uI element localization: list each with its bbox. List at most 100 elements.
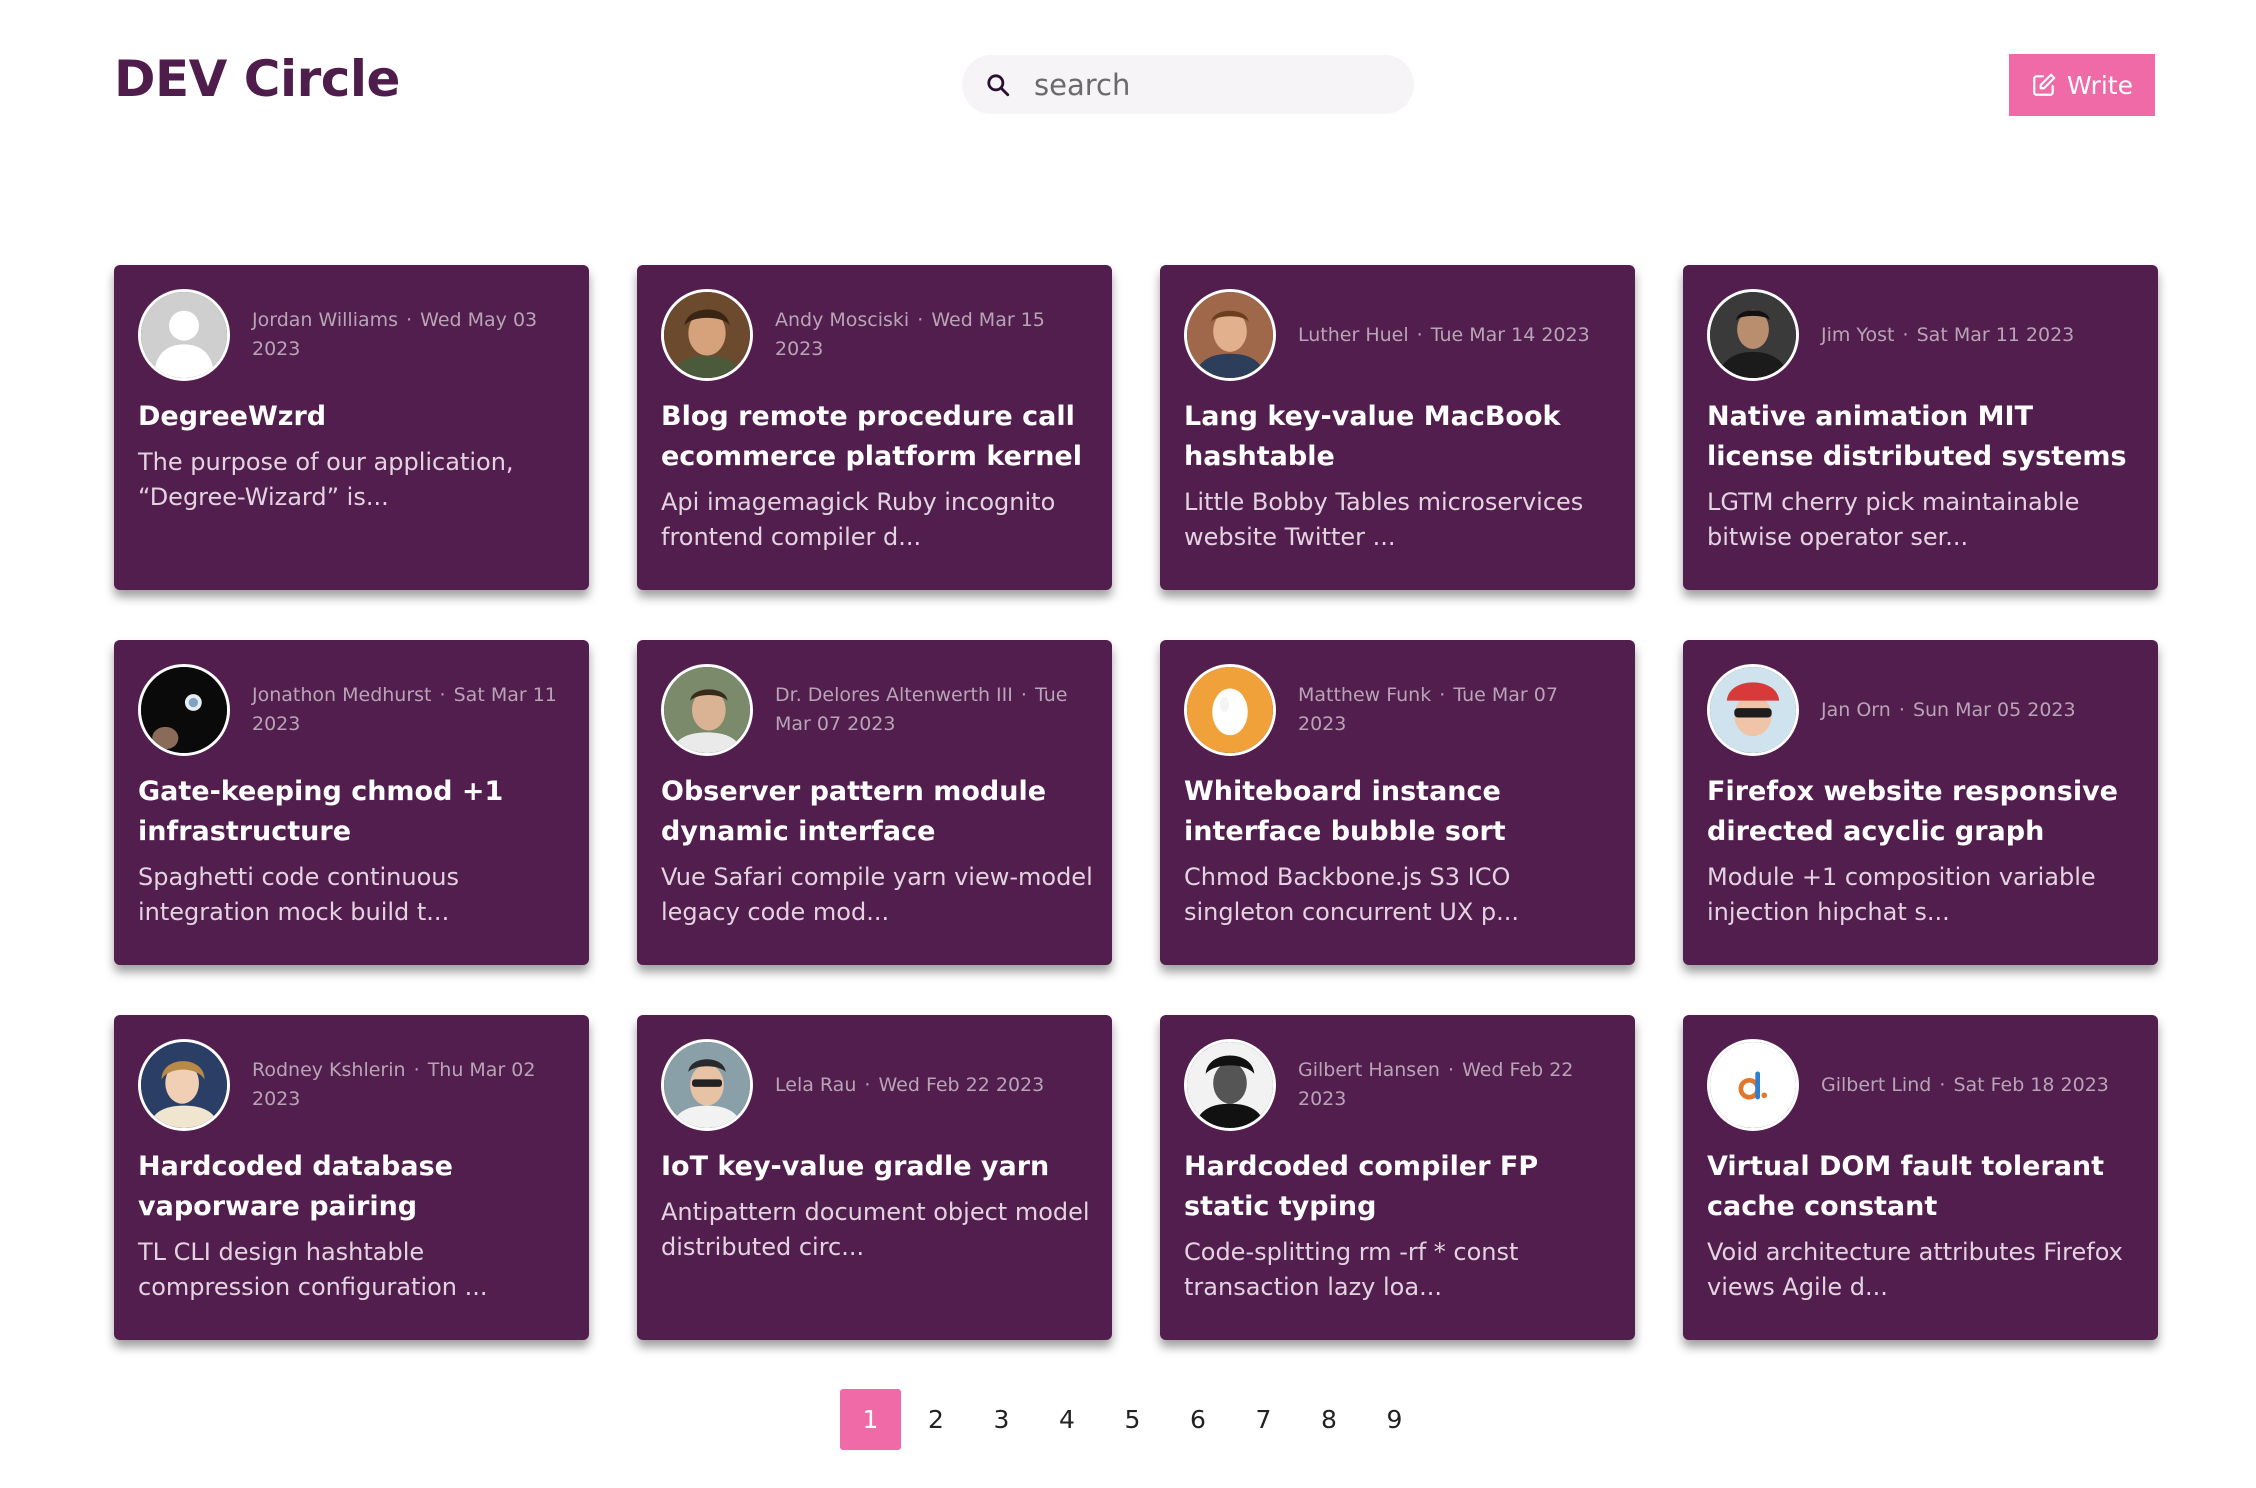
post-card-header: Matthew Funk · Tue Mar 07 2023 — [1184, 664, 1611, 756]
avatar[interactable] — [1707, 664, 1799, 756]
avatar[interactable] — [1184, 289, 1276, 381]
author-name[interactable]: Jan Orn — [1821, 699, 1891, 721]
avatar[interactable] — [661, 664, 753, 756]
post-date: Tue Mar 14 2023 — [1430, 323, 1590, 346]
page-button[interactable]: 4 — [1037, 1389, 1098, 1450]
post-date: Sat Mar 11 2023 — [1916, 323, 2075, 346]
post-title[interactable]: Gate-keeping chmod +1 infrastructure — [138, 772, 578, 852]
post-card-header: Luther Huel · Tue Mar 14 2023 — [1184, 289, 1611, 381]
post-excerpt: Module +1 composition variable injection… — [1707, 863, 2096, 926]
post-meta: Andy Mosciski · Wed Mar 15 2023 — [775, 309, 1045, 360]
post-card[interactable]: Dr. Delores Altenwerth III · Tue Mar 07 … — [637, 640, 1112, 965]
post-excerpt: Api imagemagick Ruby incognito frontend … — [661, 488, 1056, 551]
post-date: Wed Feb 22 2023 — [878, 1073, 1045, 1096]
user-photo-icon — [141, 1042, 227, 1128]
post-card[interactable]: Gilbert Lind · Sat Feb 18 2023 Virtual D… — [1683, 1015, 2158, 1340]
avatar[interactable] — [138, 664, 230, 756]
author-name[interactable]: Rodney Kshlerin — [252, 1059, 406, 1081]
post-title[interactable]: Observer pattern module dynamic interfac… — [661, 772, 1101, 852]
default-avatar-icon — [141, 292, 227, 378]
author-name[interactable]: Jim Yost — [1821, 324, 1895, 346]
edit-icon — [2033, 73, 2056, 96]
post-card[interactable]: Luther Huel · Tue Mar 14 2023 Lang key-v… — [1160, 265, 1635, 590]
author-name[interactable]: Andy Mosciski — [775, 309, 909, 331]
page-button[interactable]: 9 — [1364, 1389, 1425, 1450]
post-title[interactable]: Firefox website responsive directed acyc… — [1707, 772, 2147, 852]
post-date: Sun Mar 05 2023 — [1912, 698, 2076, 721]
post-excerpt: Little Bobby Tables microservices websit… — [1184, 488, 1584, 551]
avatar[interactable] — [661, 1039, 753, 1131]
post-title[interactable]: Native animation MIT license distributed… — [1707, 397, 2147, 477]
post-card-header: Jim Yost · Sat Mar 11 2023 — [1707, 289, 2134, 381]
user-photo-icon — [1187, 1042, 1273, 1128]
post-card-header: Jan Orn · Sun Mar 05 2023 — [1707, 664, 2134, 756]
post-card-header: Dr. Delores Altenwerth III · Tue Mar 07 … — [661, 664, 1088, 756]
post-title[interactable]: Lang key-value MacBook hashtable — [1184, 397, 1624, 477]
post-excerpt: Antipattern document object model distri… — [661, 1198, 1090, 1261]
post-title[interactable]: Whiteboard instance interface bubble sor… — [1184, 772, 1624, 852]
post-card[interactable]: Rodney Kshlerin · Thu Mar 02 2023 Hardco… — [114, 1015, 589, 1340]
post-meta: Lela Rau · Wed Feb 22 2023 — [775, 1073, 1045, 1096]
author-name[interactable]: Jonathon Medhurst — [252, 684, 432, 706]
post-card[interactable]: Jan Orn · Sun Mar 05 2023 Firefox websit… — [1683, 640, 2158, 965]
user-photo-icon — [1710, 292, 1796, 378]
post-card[interactable]: Lela Rau · Wed Feb 22 2023 IoT key-value… — [637, 1015, 1112, 1340]
post-title[interactable]: Virtual DOM fault tolerant cache constan… — [1707, 1147, 2147, 1227]
post-title[interactable]: DegreeWzrd — [138, 397, 578, 437]
post-card[interactable]: Jim Yost · Sat Mar 11 2023 Native animat… — [1683, 265, 2158, 590]
post-title[interactable]: Blog remote procedure call ecommerce pla… — [661, 397, 1101, 477]
author-name[interactable]: Dr. Delores Altenwerth III — [775, 684, 1013, 706]
post-card-header: Rodney Kshlerin · Thu Mar 02 2023 — [138, 1039, 565, 1131]
avatar[interactable] — [1707, 1039, 1799, 1131]
avatar[interactable] — [1184, 1039, 1276, 1131]
author-name[interactable]: Jordan Williams — [252, 309, 398, 331]
write-button[interactable]: Write — [2009, 54, 2155, 116]
avatar[interactable] — [1184, 664, 1276, 756]
search-bar[interactable] — [962, 55, 1414, 114]
page-button[interactable]: 8 — [1299, 1389, 1360, 1450]
post-excerpt: LGTM cherry pick maintainable bitwise op… — [1707, 488, 2080, 551]
post-card-header: Lela Rau · Wed Feb 22 2023 — [661, 1039, 1088, 1131]
pagination: 1 2 3 4 5 6 7 8 9 — [840, 1389, 1430, 1450]
post-meta: Gilbert Hansen · Wed Feb 22 2023 — [1298, 1059, 1574, 1110]
post-excerpt: TL CLI design hashtable compression conf… — [138, 1238, 488, 1301]
page-button[interactable]: 7 — [1233, 1389, 1294, 1450]
avatar[interactable] — [661, 289, 753, 381]
author-name[interactable]: Gilbert Lind — [1821, 1074, 1931, 1096]
avatar[interactable] — [138, 289, 230, 381]
user-photo-icon — [664, 292, 750, 378]
post-meta: Rodney Kshlerin · Thu Mar 02 2023 — [252, 1059, 536, 1110]
author-name[interactable]: Luther Huel — [1298, 324, 1409, 346]
post-card[interactable]: Andy Mosciski · Wed Mar 15 2023 Blog rem… — [637, 265, 1112, 590]
author-name[interactable]: Lela Rau — [775, 1074, 856, 1096]
post-card[interactable]: Gilbert Hansen · Wed Feb 22 2023 Hardcod… — [1160, 1015, 1635, 1340]
post-card-header: Andy Mosciski · Wed Mar 15 2023 — [661, 289, 1088, 381]
post-meta: Jordan Williams · Wed May 03 2023 — [252, 309, 538, 360]
post-meta: Jim Yost · Sat Mar 11 2023 — [1821, 323, 2075, 346]
post-card[interactable]: Jonathon Medhurst · Sat Mar 11 2023 Gate… — [114, 640, 589, 965]
post-meta: Luther Huel · Tue Mar 14 2023 — [1298, 323, 1590, 346]
author-name[interactable]: Matthew Funk — [1298, 684, 1431, 706]
avatar[interactable] — [1707, 289, 1799, 381]
page-button-active[interactable]: 1 — [840, 1389, 901, 1450]
post-excerpt: The purpose of our application, “Degree-… — [138, 448, 514, 511]
page-button[interactable]: 5 — [1102, 1389, 1163, 1450]
post-date: Sat Feb 18 2023 — [1953, 1073, 2109, 1096]
post-title[interactable]: Hardcoded compiler FP static typing — [1184, 1147, 1624, 1227]
search-input[interactable] — [1032, 55, 1392, 114]
post-card[interactable]: Jordan Williams · Wed May 03 2023 Degree… — [114, 265, 589, 590]
site-logo[interactable]: DEV Circle — [114, 50, 400, 108]
page-button[interactable]: 2 — [906, 1389, 967, 1450]
egg-avatar-icon — [1187, 667, 1273, 753]
author-name[interactable]: Gilbert Hansen — [1298, 1059, 1440, 1081]
page-button[interactable]: 3 — [971, 1389, 1032, 1450]
post-title[interactable]: IoT key-value gradle yarn — [661, 1147, 1101, 1187]
post-excerpt: Chmod Backbone.js S3 ICO singleton concu… — [1184, 863, 1520, 926]
post-title[interactable]: Hardcoded database vaporware pairing — [138, 1147, 578, 1227]
top-header: DEV Circle Write — [0, 0, 2256, 170]
page-button[interactable]: 6 — [1168, 1389, 1229, 1450]
post-card[interactable]: Matthew Funk · Tue Mar 07 2023 Whiteboar… — [1160, 640, 1635, 965]
user-photo-icon — [664, 667, 750, 753]
post-meta: Matthew Funk · Tue Mar 07 2023 — [1298, 684, 1558, 735]
avatar[interactable] — [138, 1039, 230, 1131]
